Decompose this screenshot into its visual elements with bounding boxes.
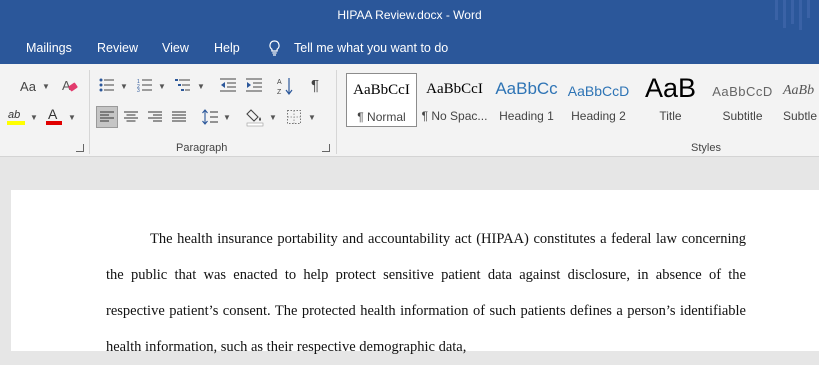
chevron-down-icon[interactable]: ▼ bbox=[30, 113, 38, 122]
document-body[interactable]: The health insurance portability and acc… bbox=[106, 221, 746, 365]
clear-formatting-icon: A bbox=[62, 78, 78, 93]
bullets-button[interactable] bbox=[98, 76, 116, 94]
chevron-down-icon[interactable]: ▼ bbox=[223, 113, 231, 122]
align-center-button[interactable] bbox=[122, 108, 140, 126]
style-name: Heading 2 bbox=[571, 109, 626, 123]
style-title[interactable]: AaB Title bbox=[635, 73, 706, 127]
numbering-icon: 123 bbox=[137, 79, 152, 92]
show-formatting-marks-button[interactable]: ¶ bbox=[306, 76, 324, 94]
lightbulb-icon[interactable] bbox=[268, 40, 281, 59]
tab-mailings[interactable]: Mailings bbox=[26, 41, 72, 55]
text-highlight-icon: ab bbox=[7, 109, 25, 125]
align-right-icon bbox=[148, 111, 162, 122]
tab-review[interactable]: Review bbox=[97, 41, 138, 55]
decrease-indent-icon bbox=[220, 78, 236, 92]
multilevel-list-button[interactable] bbox=[174, 76, 192, 94]
svg-text:A: A bbox=[62, 78, 71, 93]
tell-me-search[interactable]: Tell me what you want to do bbox=[294, 41, 448, 55]
justify-button[interactable] bbox=[170, 108, 188, 126]
align-left-icon bbox=[100, 111, 114, 122]
style-name: ¶ Normal bbox=[357, 110, 406, 124]
svg-text:A: A bbox=[277, 79, 282, 86]
shading-button[interactable] bbox=[246, 106, 266, 128]
tab-help[interactable]: Help bbox=[214, 41, 240, 55]
sort-icon: AZ bbox=[277, 78, 293, 95]
align-center-icon bbox=[124, 111, 138, 122]
tab-view[interactable]: View bbox=[162, 41, 189, 55]
style-name: Subtitle bbox=[722, 109, 763, 123]
sort-button[interactable]: AZ bbox=[276, 76, 294, 96]
style-sample: AaBb bbox=[783, 83, 815, 98]
style-name: Title bbox=[659, 109, 682, 123]
svg-text:Z: Z bbox=[277, 89, 282, 95]
chevron-down-icon[interactable]: ▼ bbox=[269, 113, 277, 122]
line-spacing-button[interactable] bbox=[201, 107, 219, 127]
ribbon-tab-bar: Mailings Review View Help Tell me what y… bbox=[0, 32, 819, 64]
style-sample: AaBbCcI bbox=[353, 82, 410, 98]
style-heading-1[interactable]: AaBbCc Heading 1 bbox=[491, 73, 562, 127]
text-highlight-button[interactable]: ab bbox=[6, 106, 28, 126]
svg-text:3: 3 bbox=[137, 88, 140, 92]
style-sample: AaBbCcI bbox=[426, 81, 483, 97]
numbering-button[interactable]: 123 bbox=[136, 76, 154, 94]
style-name: Subtle bbox=[783, 109, 818, 123]
svg-text:A: A bbox=[48, 106, 58, 122]
title-bar: HIPAA Review.docx - Word bbox=[0, 0, 819, 32]
bullets-icon bbox=[99, 78, 114, 92]
style-name: ¶ No Spac... bbox=[421, 109, 488, 123]
style-subtle-emphasis[interactable]: AaBb Subtle bbox=[779, 73, 819, 127]
increase-indent-button[interactable] bbox=[245, 76, 263, 94]
chevron-down-icon[interactable]: ▼ bbox=[197, 82, 205, 91]
styles-group-label: Styles bbox=[691, 142, 721, 154]
increase-indent-icon bbox=[246, 78, 262, 92]
decrease-indent-button[interactable] bbox=[219, 76, 237, 94]
style-sample: AaBbCcD bbox=[567, 83, 630, 99]
shading-icon bbox=[246, 109, 264, 127]
style-subtitle[interactable]: AaBbCcD Subtitle bbox=[707, 73, 778, 127]
borders-icon bbox=[287, 110, 301, 124]
document-paragraph[interactable]: The health insurance portability and acc… bbox=[106, 221, 746, 365]
chevron-down-icon[interactable]: ▼ bbox=[308, 113, 316, 122]
align-right-button[interactable] bbox=[146, 108, 164, 126]
svg-text:ab: ab bbox=[8, 109, 20, 121]
chevron-down-icon[interactable]: ▼ bbox=[68, 113, 76, 122]
align-left-button[interactable] bbox=[96, 106, 118, 128]
style-heading-2[interactable]: AaBbCcD Heading 2 bbox=[563, 73, 634, 127]
style-name: Heading 1 bbox=[499, 109, 554, 123]
show-formatting-marks-icon: ¶ bbox=[310, 76, 320, 94]
clear-formatting-button[interactable]: A bbox=[60, 76, 80, 94]
dialog-launcher-icon[interactable] bbox=[322, 144, 330, 152]
change-case-icon: Aa bbox=[20, 78, 36, 94]
justify-icon bbox=[172, 111, 186, 122]
font-color-icon: A bbox=[46, 106, 62, 125]
group-separator bbox=[336, 70, 337, 154]
window-title: HIPAA Review.docx - Word bbox=[337, 8, 482, 22]
chevron-down-icon[interactable]: ▼ bbox=[120, 82, 128, 91]
chevron-down-icon[interactable]: ▼ bbox=[158, 82, 166, 91]
group-separator bbox=[89, 70, 90, 154]
chevron-down-icon[interactable]: ▼ bbox=[42, 82, 50, 91]
paragraph-group-label: Paragraph bbox=[176, 142, 228, 154]
style-sample: AaBbCc bbox=[495, 79, 558, 98]
style-no-spacing[interactable]: AaBbCcI ¶ No Spac... bbox=[419, 73, 490, 127]
line-spacing-icon bbox=[202, 109, 218, 125]
dialog-launcher-icon[interactable] bbox=[76, 144, 84, 152]
borders-button[interactable] bbox=[285, 108, 303, 126]
style-sample: AaB bbox=[644, 73, 697, 103]
font-color-button[interactable]: A bbox=[44, 106, 64, 126]
style-normal[interactable]: AaBbCcI ¶ Normal bbox=[346, 73, 417, 127]
change-case-button[interactable]: Aa bbox=[16, 78, 40, 94]
multilevel-list-icon bbox=[175, 79, 190, 91]
style-sample: AaBbCcD bbox=[712, 84, 773, 99]
